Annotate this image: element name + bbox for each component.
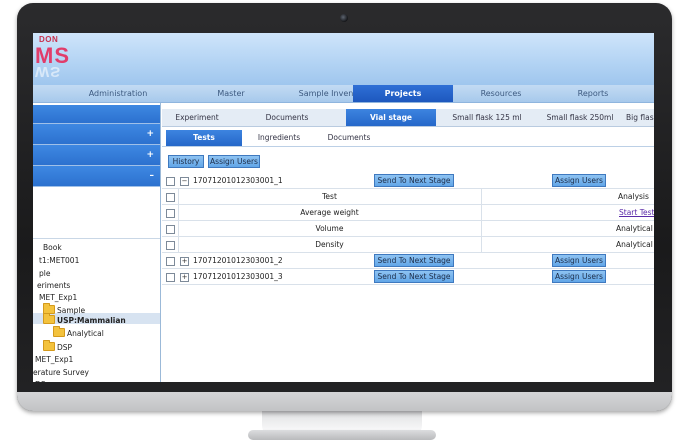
group-row: − 17071201012303001_1 Send To Next Stage… bbox=[162, 173, 654, 189]
assign-users-row-button[interactable]: Assign Users bbox=[552, 254, 606, 267]
row-checkbox[interactable] bbox=[166, 209, 175, 218]
expand-icon[interactable]: + bbox=[146, 124, 154, 144]
main-content: Experiment Documents Vial stage Small fl… bbox=[162, 103, 654, 382]
expand-icon[interactable]: + bbox=[146, 145, 154, 165]
group-row: + 17071201012303001_2 Send To Next Stage… bbox=[162, 253, 654, 269]
tab-small-flask-250[interactable]: Small flask 250ml bbox=[532, 109, 628, 126]
assign-users-row-button[interactable]: Assign Users bbox=[552, 270, 606, 283]
tree-item[interactable]: MET_Exp1 bbox=[35, 355, 73, 364]
monitor-chin bbox=[17, 392, 672, 411]
tree-item-selected[interactable]: USP:Mammalian bbox=[43, 313, 126, 325]
row-checkbox[interactable] bbox=[166, 241, 175, 250]
accordion-bar[interactable]: + bbox=[33, 124, 160, 145]
collapse-icon[interactable]: – bbox=[150, 166, 155, 186]
accordion-bar[interactable]: + bbox=[33, 145, 160, 166]
tab-experiment[interactable]: Experiment bbox=[162, 109, 232, 126]
tab-vial-stage[interactable]: Vial stage bbox=[346, 109, 436, 126]
row-checkbox[interactable] bbox=[166, 225, 175, 234]
tab-big-flask[interactable]: Big flas bbox=[626, 109, 654, 126]
table-row: Density Analytical bbox=[162, 237, 654, 253]
analysis-type: Analytical bbox=[616, 224, 653, 233]
screen: DON MS WS Administration Master Sample I… bbox=[33, 33, 654, 382]
group-id: 17071201012303001_2 bbox=[193, 256, 283, 265]
tab-tests[interactable]: Tests bbox=[166, 130, 242, 146]
analysis-type: Analytical bbox=[616, 240, 653, 249]
group-id: 17071201012303001_1 bbox=[193, 176, 283, 185]
expand-icon[interactable]: + bbox=[180, 273, 189, 282]
column-header-test: Test bbox=[322, 192, 337, 201]
expand-icon[interactable]: + bbox=[180, 257, 189, 266]
assign-users-row-button[interactable]: Assign Users bbox=[552, 174, 606, 187]
tree-item[interactable]: DS bbox=[35, 380, 46, 382]
group-row: + 17071201012303001_3 Send To Next Stage… bbox=[162, 269, 654, 285]
tree-item[interactable]: t1:MET001 bbox=[39, 256, 79, 265]
logo-reflection: WS bbox=[35, 63, 62, 80]
table-row: Volume Analytical bbox=[162, 221, 654, 237]
tree-item[interactable]: DSP bbox=[43, 340, 72, 352]
folder-icon bbox=[53, 326, 65, 337]
tab-documents-sub[interactable]: Documents bbox=[314, 130, 384, 146]
monitor-stand-foot bbox=[248, 430, 436, 440]
start-test-link[interactable]: Start Test bbox=[619, 205, 654, 221]
left-panel: + + – Book t1:MET001 ple eriments MET_Ex… bbox=[33, 103, 161, 382]
nav-reports[interactable]: Reports bbox=[545, 85, 641, 102]
nav-resources[interactable]: Resources bbox=[453, 85, 549, 102]
stage-tabs: Experiment Documents Vial stage Small fl… bbox=[162, 109, 654, 127]
table-header: Test Analysis bbox=[162, 189, 654, 205]
send-to-next-stage-button[interactable]: Send To Next Stage bbox=[374, 254, 454, 267]
test-name: Average weight bbox=[300, 208, 359, 217]
row-checkbox[interactable] bbox=[166, 257, 175, 266]
accordion-bar[interactable]: – bbox=[33, 166, 160, 187]
send-to-next-stage-button[interactable]: Send To Next Stage bbox=[374, 270, 454, 283]
history-button[interactable]: History bbox=[168, 155, 204, 168]
tree-item[interactable]: ple bbox=[39, 269, 50, 278]
collapse-icon[interactable]: − bbox=[180, 177, 189, 186]
nav-projects[interactable]: Projects bbox=[353, 85, 453, 102]
group-id: 17071201012303001_3 bbox=[193, 272, 283, 281]
tab-documents[interactable]: Documents bbox=[242, 109, 332, 126]
folder-icon bbox=[43, 313, 55, 324]
accordion-bar[interactable] bbox=[33, 105, 160, 124]
main-nav: Administration Master Sample Inventory P… bbox=[33, 85, 654, 103]
test-name: Density bbox=[315, 240, 344, 249]
tree-item[interactable]: Analytical bbox=[53, 326, 104, 338]
divider bbox=[33, 238, 160, 239]
tree-item[interactable]: erature Survey bbox=[33, 368, 89, 377]
test-name: Volume bbox=[315, 224, 344, 233]
nav-administration[interactable]: Administration bbox=[53, 85, 183, 102]
nav-master[interactable]: Master bbox=[183, 85, 279, 102]
camera-icon bbox=[340, 14, 348, 22]
assign-users-button[interactable]: Assign Users bbox=[208, 155, 260, 168]
sub-tabs: Tests Ingredients Documents bbox=[162, 130, 654, 147]
table-row: Average weight Start Test bbox=[162, 205, 654, 221]
tab-small-flask-125[interactable]: Small flask 125 ml bbox=[440, 109, 534, 126]
tab-ingredients[interactable]: Ingredients bbox=[244, 130, 314, 146]
row-checkbox[interactable] bbox=[166, 177, 175, 186]
send-to-next-stage-button[interactable]: Send To Next Stage bbox=[374, 174, 454, 187]
row-checkbox[interactable] bbox=[166, 273, 175, 282]
folder-icon bbox=[43, 340, 55, 351]
select-all-checkbox[interactable] bbox=[166, 193, 175, 202]
tree-item[interactable]: MET_Exp1 bbox=[39, 293, 77, 302]
tree-item[interactable]: Book bbox=[43, 243, 62, 252]
app-header: DON MS WS bbox=[33, 33, 654, 85]
tree-item[interactable]: eriments bbox=[37, 281, 70, 290]
column-header-analysis: Analysis bbox=[618, 192, 649, 201]
